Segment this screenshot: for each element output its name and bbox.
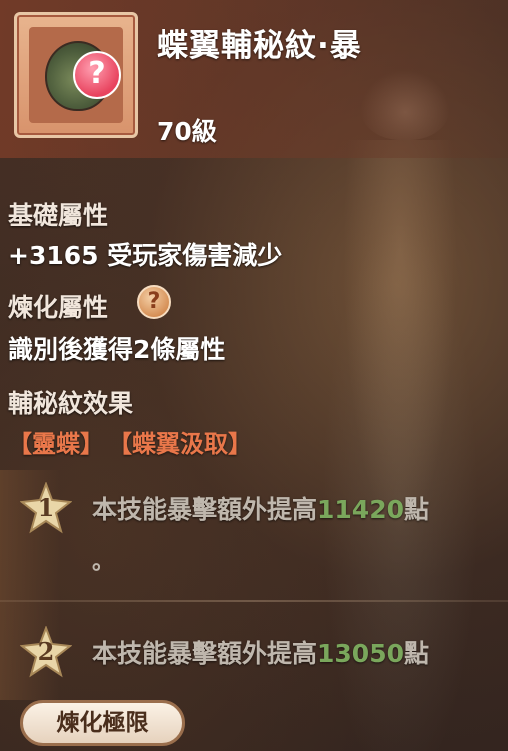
effect-unit: 點 <box>404 639 430 668</box>
question-mark-icon: ? <box>73 51 121 99</box>
rank-star-icon: 2 <box>20 626 72 678</box>
refine-attribute-value: 識別後獲得2條屬性 <box>8 335 226 364</box>
effect-text: 本技能暴擊額外提高 <box>92 639 318 668</box>
help-icon[interactable]: ? <box>137 285 171 319</box>
mystery-orb-icon: ? <box>45 41 121 111</box>
tag-item[interactable]: 【蝶翼汲取】 <box>120 430 252 458</box>
effect-tags: 【靈蝶】 【蝶翼汲取】 <box>8 424 268 459</box>
item-name: 蝶翼輔秘紋·暴 <box>157 28 362 64</box>
refine-attribute-label: 煉化屬性 <box>8 293 109 322</box>
effect-row: 本技能暴擊額外提高11420點 <box>92 490 429 526</box>
divider <box>0 600 508 602</box>
effect-text: 本技能暴擊額外提高 <box>92 495 318 524</box>
effect-tail: 。 <box>92 550 115 575</box>
item-level: 70級 <box>157 117 217 146</box>
effect-value: 11420 <box>317 495 404 524</box>
base-attribute-label: 基礎屬性 <box>8 201 109 230</box>
rank-star-icon: 1 <box>20 482 72 534</box>
effect-row: 本技能暴擊額外提高13050點 <box>92 634 429 670</box>
effect-value: 13050 <box>317 639 404 668</box>
item-icon-frame: ? <box>14 12 138 138</box>
item-tooltip-panel: ? 蝶翼輔秘紋·暴 70級 基礎屬性 +3165 受玩家傷害減少 煉化屬性 ? … <box>0 0 508 751</box>
refine-limit-button[interactable]: 煉化極限 <box>20 700 185 746</box>
rank-number: 1 <box>37 493 55 522</box>
base-attribute-value: +3165 受玩家傷害減少 <box>8 241 283 270</box>
effect-label: 輔秘紋效果 <box>8 389 134 418</box>
rank-number: 2 <box>37 637 55 666</box>
tag-item[interactable]: 【靈蝶】 <box>8 430 104 458</box>
item-icon-background: ? <box>29 27 123 123</box>
effect-unit: 點 <box>404 495 430 524</box>
